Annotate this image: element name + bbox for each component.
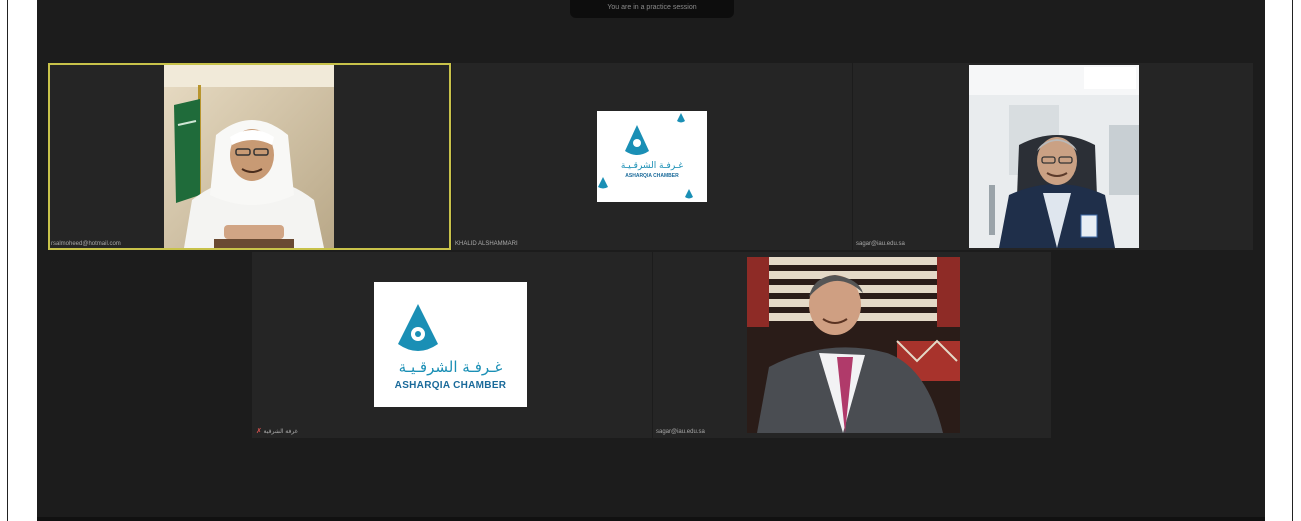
participant-tile-3[interactable]: sagar@iau.edu.sa (853, 63, 1253, 250)
participant-name: rsalmoheed@hotmail.com (51, 241, 121, 247)
logo-latin-text: ASHARQIA CHAMBER (394, 380, 507, 391)
practice-session-banner: You are in a practice session (570, 0, 734, 18)
svg-text:غـرفـة الشرقـيـة: غـرفـة الشرقـيـة (621, 161, 684, 171)
participant-tile-1[interactable]: rsalmoheed@hotmail.com (48, 63, 451, 250)
meeting-window: You are in a practice session rsalmoheed… (37, 0, 1265, 521)
participant-video (747, 257, 960, 433)
participant-tile-2[interactable]: غـرفـة الشرقـيـة ASHARQIA CHAMBER KHALID… (452, 63, 852, 250)
participant-tile-5[interactable]: sagar@iau.edu.sa (653, 252, 1051, 438)
logo-arabic-text: غـرفـة الشرقـيـة (398, 358, 503, 376)
participant-video (164, 65, 334, 248)
chamber-logo-avatar: غـرفـة الشرقـيـة ASHARQIA CHAMBER (597, 111, 707, 202)
participant-name: ✗ غرفة الشرقية (256, 428, 298, 435)
participant-name: sagar@iau.edu.sa (856, 241, 905, 247)
participant-name: KHALID ALSHAMMARI (455, 241, 518, 247)
svg-text:ASHARQIA CHAMBER: ASHARQIA CHAMBER (625, 173, 679, 179)
participant-name: sagar@iau.edu.sa (656, 429, 705, 435)
frame-border-left (7, 0, 8, 521)
participant-tile-4[interactable]: غـرفـة الشرقـيـة ASHARQIA CHAMBER ✗ غرفة… (252, 252, 652, 438)
chamber-logo-avatar: غـرفـة الشرقـيـة ASHARQIA CHAMBER (374, 282, 527, 407)
participant-video (969, 65, 1139, 248)
microphone-muted-icon: ✗ (256, 428, 262, 435)
bottom-toolbar-edge (37, 517, 1265, 521)
frame-border-right (1292, 0, 1293, 521)
